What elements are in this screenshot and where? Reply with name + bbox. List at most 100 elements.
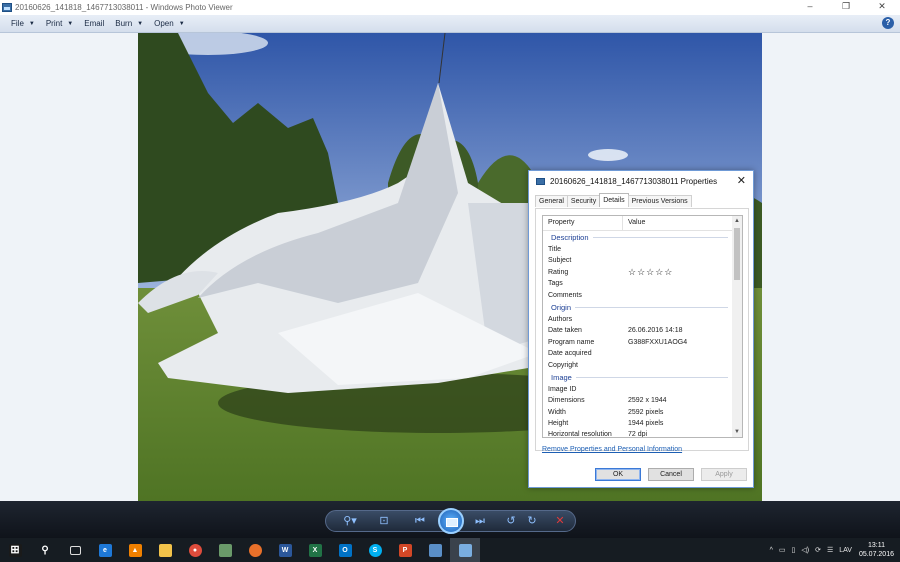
property-row[interactable]: Height 1944 pixels bbox=[543, 418, 742, 429]
rating-stars-icon[interactable]: ☆☆☆☆☆ bbox=[623, 267, 673, 278]
tab-general[interactable]: General bbox=[535, 195, 568, 207]
property-key: Authors bbox=[548, 315, 573, 323]
column-property[interactable]: Property bbox=[543, 216, 623, 230]
group-label: Origin bbox=[551, 302, 572, 312]
rotate-counterclockwise-icon[interactable]: ↺ bbox=[503, 513, 519, 529]
menu-bar: File ▼ Print ▼ Email Burn ▼ Open ▼ ? bbox=[0, 15, 900, 33]
network-icon[interactable]: ▭ bbox=[779, 546, 786, 554]
rotate-clockwise-icon[interactable]: ↻ bbox=[524, 513, 540, 529]
property-row[interactable]: Image ID bbox=[543, 384, 742, 395]
clock-date: 05.07.2016 bbox=[858, 551, 894, 558]
notifications-icon[interactable]: ☰ bbox=[827, 546, 833, 554]
sync-icon[interactable]: ⟳ bbox=[815, 546, 821, 554]
help-icon[interactable]: ? bbox=[882, 17, 894, 29]
excel-icon: X bbox=[308, 543, 322, 557]
previous-icon[interactable]: ⏮ bbox=[412, 513, 428, 529]
property-row[interactable]: Rating ☆☆☆☆☆ bbox=[543, 267, 742, 278]
property-row[interactable]: Horizontal resolution 72 dpi bbox=[543, 429, 742, 437]
taskbar-powerpoint[interactable]: P bbox=[390, 538, 420, 562]
property-row[interactable]: Copyright bbox=[543, 360, 742, 371]
property-value bbox=[623, 255, 628, 266]
scroll-down-icon[interactable]: ▼ bbox=[732, 427, 742, 437]
search-button[interactable]: ⚲ bbox=[30, 538, 60, 562]
menu-burn[interactable]: Burn ▼ bbox=[115, 19, 143, 28]
details-panel: Property Value Description Title Subject… bbox=[535, 208, 749, 451]
property-row[interactable]: Authors bbox=[543, 314, 742, 325]
start-button[interactable]: ⊞ bbox=[0, 538, 30, 562]
photo-viewer-icon bbox=[458, 543, 472, 557]
apply-button[interactable]: Apply bbox=[701, 468, 747, 481]
taskbar-excel[interactable]: X bbox=[300, 538, 330, 562]
actual-size-icon[interactable]: ⊡ bbox=[376, 513, 392, 529]
tab-previous-versions[interactable]: Previous Versions bbox=[627, 195, 692, 207]
next-icon[interactable]: ⏭ bbox=[472, 513, 488, 529]
taskbar-photo-viewer-active[interactable] bbox=[450, 538, 480, 562]
property-list[interactable]: Property Value Description Title Subject… bbox=[542, 215, 743, 438]
photo-viewer-icon bbox=[2, 3, 12, 12]
tab-security[interactable]: Security bbox=[566, 195, 601, 207]
chevron-down-icon: ▼ bbox=[28, 20, 35, 27]
taskbar-app[interactable] bbox=[210, 538, 240, 562]
property-row[interactable]: Comments bbox=[543, 290, 742, 301]
battery-icon[interactable]: ▯ bbox=[792, 546, 796, 554]
taskbar-file-explorer[interactable] bbox=[150, 538, 180, 562]
column-value[interactable]: Value bbox=[623, 216, 645, 230]
minimize-button[interactable]: – bbox=[792, 0, 828, 13]
delete-icon[interactable]: ✕ bbox=[552, 513, 568, 529]
close-button[interactable]: ✕ bbox=[864, 0, 900, 13]
menu-open[interactable]: Open ▼ bbox=[154, 19, 185, 28]
menu-open-label: Open bbox=[154, 19, 174, 28]
system-tray: ^ ▭ ▯ ◁) ⟳ ☰ LAV 13:11 05.07.2016 bbox=[767, 538, 900, 562]
clock[interactable]: 13:11 05.07.2016 bbox=[859, 541, 894, 559]
menu-print[interactable]: Print ▼ bbox=[46, 19, 73, 28]
maximize-button[interactable]: ❐ bbox=[828, 0, 864, 13]
scroll-up-icon[interactable]: ▲ bbox=[732, 216, 742, 226]
property-row[interactable]: Dimensions 2592 x 1944 bbox=[543, 395, 742, 406]
taskbar: ⊞ ⚲ e ▲ ● W X O S P ^ ▭ ▯ ◁) ⟳ ☰ LAV 13:… bbox=[0, 538, 900, 562]
property-key: Title bbox=[548, 246, 561, 253]
search-icon: ⚲ bbox=[41, 544, 49, 556]
tab-details[interactable]: Details bbox=[599, 193, 629, 207]
close-icon[interactable]: ✕ bbox=[737, 174, 746, 187]
taskbar-vlc[interactable]: ▲ bbox=[120, 538, 150, 562]
input-language[interactable]: LAV bbox=[839, 547, 852, 554]
property-row[interactable]: Tags bbox=[543, 278, 742, 289]
app-icon bbox=[218, 543, 232, 557]
property-key: Height bbox=[548, 420, 569, 428]
taskbar-firefox[interactable] bbox=[240, 538, 270, 562]
photo-viewing-area: 20160626_141818_1467713038011 Properties… bbox=[0, 33, 900, 501]
task-view-button[interactable] bbox=[60, 538, 90, 562]
taskbar-edge[interactable]: e bbox=[90, 538, 120, 562]
taskbar-photo-viewer[interactable] bbox=[420, 538, 450, 562]
remove-properties-link[interactable]: Remove Properties and Personal Informati… bbox=[542, 446, 682, 453]
menu-file[interactable]: File ▼ bbox=[11, 19, 35, 28]
property-row[interactable]: Subject bbox=[543, 255, 742, 266]
chrome-icon: ● bbox=[188, 543, 202, 557]
outlook-icon: O bbox=[338, 543, 352, 557]
property-row[interactable]: Date taken 26.06.2016 14:18 bbox=[543, 325, 742, 336]
property-row[interactable]: Date acquired bbox=[543, 348, 742, 359]
cancel-button[interactable]: Cancel bbox=[648, 468, 694, 481]
menu-email[interactable]: Email bbox=[84, 19, 104, 28]
property-row[interactable]: Width 2592 pixels bbox=[543, 407, 742, 418]
powerpoint-icon: P bbox=[398, 543, 412, 557]
scroll-thumb[interactable] bbox=[734, 228, 740, 280]
property-row[interactable]: Title bbox=[543, 244, 742, 255]
firefox-icon bbox=[248, 543, 262, 557]
ok-button[interactable]: OK bbox=[595, 468, 641, 481]
property-key: Date taken bbox=[548, 327, 582, 335]
window-controls: – ❐ ✕ bbox=[792, 0, 900, 15]
property-value: 2592 pixels bbox=[628, 408, 664, 416]
chevron-up-icon[interactable]: ^ bbox=[770, 547, 773, 554]
group-label: Description bbox=[551, 233, 589, 242]
volume-icon[interactable]: ◁) bbox=[801, 546, 809, 554]
taskbar-outlook[interactable]: O bbox=[330, 538, 360, 562]
property-row[interactable]: Program name G388FXXU1AOG4 bbox=[543, 337, 742, 348]
taskbar-skype[interactable]: S bbox=[360, 538, 390, 562]
slideshow-icon[interactable] bbox=[438, 508, 464, 534]
taskbar-chrome[interactable]: ● bbox=[180, 538, 210, 562]
zoom-icon[interactable]: ⚲▾ bbox=[342, 513, 358, 529]
taskbar-word[interactable]: W bbox=[270, 538, 300, 562]
title-bar: 20160626_141818_1467713038011 - Windows … bbox=[0, 0, 900, 15]
vertical-scrollbar[interactable]: ▲ ▼ bbox=[732, 216, 742, 437]
